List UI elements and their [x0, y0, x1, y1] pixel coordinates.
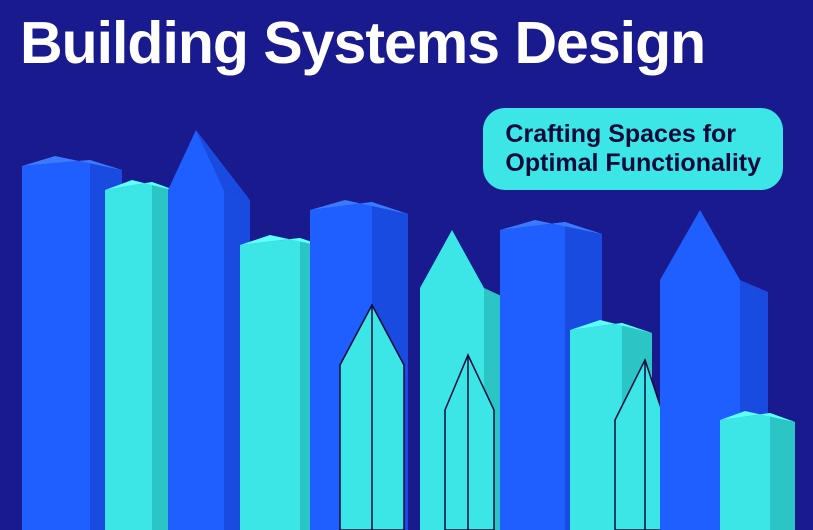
main-title: Building Systems Design [20, 14, 793, 73]
building-icon [168, 130, 250, 530]
skyline-illustration [0, 130, 813, 530]
building-icon [720, 411, 795, 530]
